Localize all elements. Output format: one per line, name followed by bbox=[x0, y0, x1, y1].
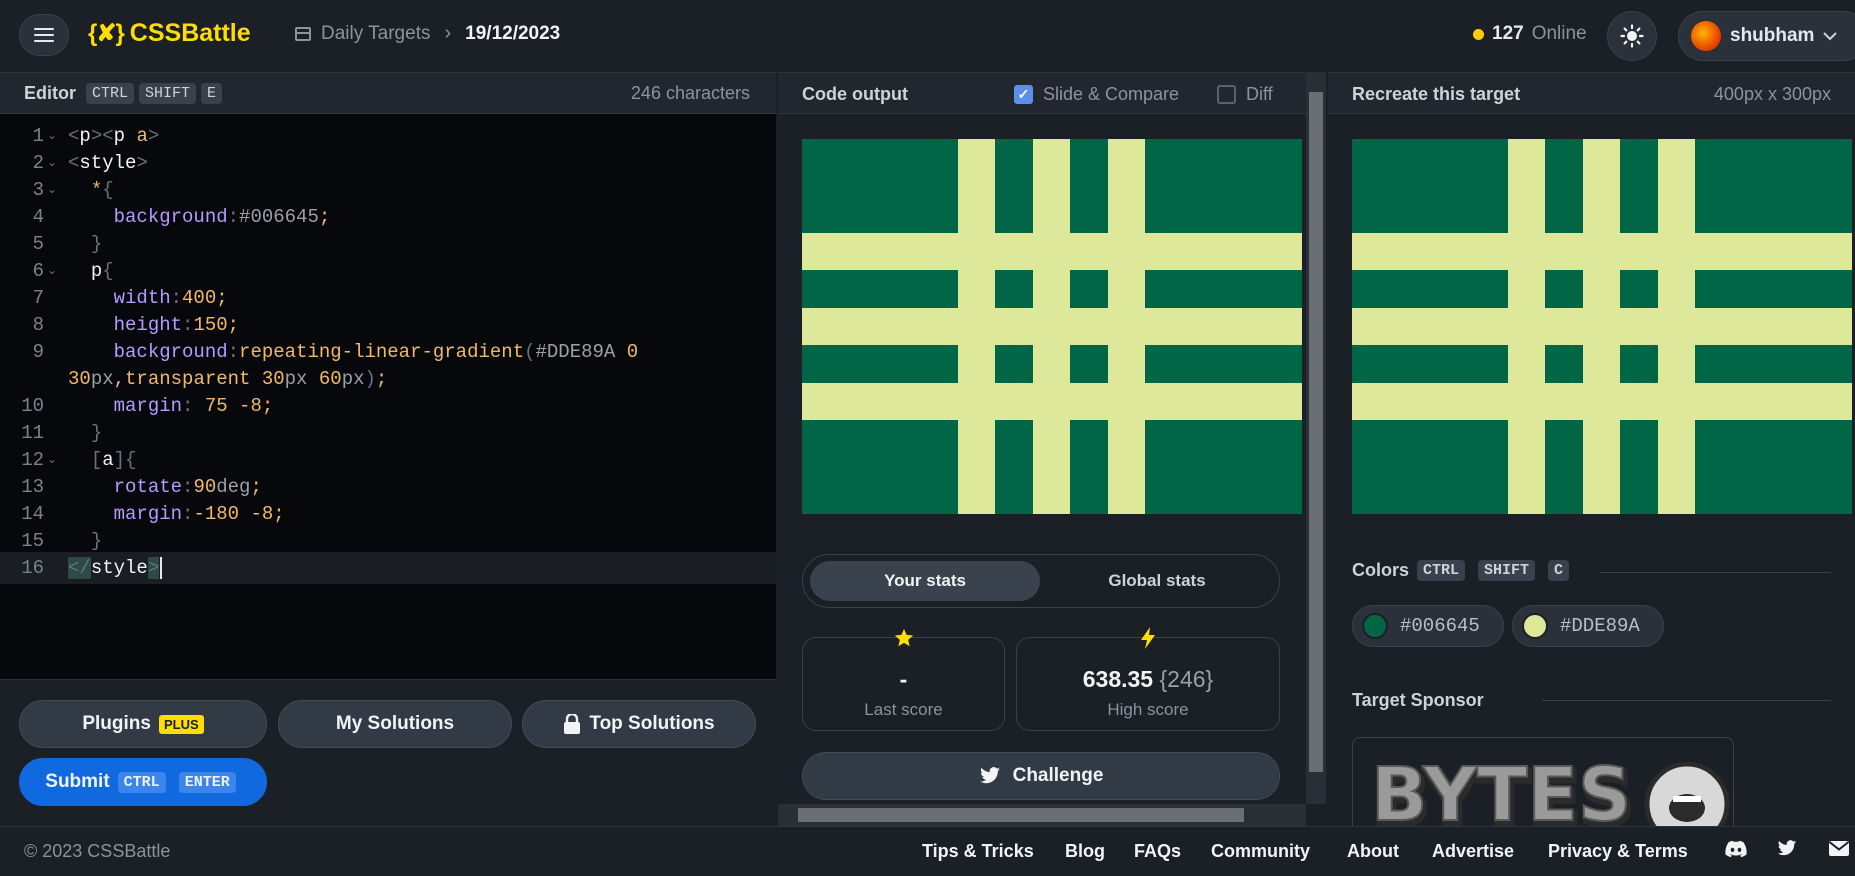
breadcrumb-daily-targets[interactable]: Daily Targets bbox=[321, 23, 430, 45]
copyright: © 2023 CSSBattle bbox=[24, 841, 171, 861]
online-dot-icon bbox=[1473, 28, 1484, 40]
plugins-button[interactable]: Plugins PLUS bbox=[19, 700, 267, 748]
sponsor-section-header: Target Sponsor bbox=[1352, 690, 1484, 711]
code-output-preview[interactable] bbox=[802, 139, 1302, 514]
brand-name: CSSBattle bbox=[129, 19, 251, 47]
editor-shortcut-key: CTRL bbox=[86, 82, 135, 104]
target-header: Recreate this target 400px x 300px bbox=[1328, 72, 1855, 114]
username: shubham bbox=[1730, 25, 1815, 46]
online-count: 127 bbox=[1492, 23, 1524, 44]
editor-title: Editor bbox=[24, 82, 76, 103]
code-output-header: Code output ✓ Slide & Compare Diff bbox=[778, 72, 1306, 114]
high-score-card: 638.35 {246} High score bbox=[1016, 627, 1280, 731]
stats-tabs: Your stats Global stats bbox=[802, 554, 1280, 608]
diff-toggle[interactable]: Diff bbox=[1217, 84, 1273, 105]
sponsor-logo: BYTES BYTES bbox=[1370, 751, 1730, 826]
code-output-title: Code output bbox=[802, 84, 908, 104]
colors-shortcut-key: CTRL bbox=[1417, 560, 1466, 581]
color-dot bbox=[1522, 613, 1548, 639]
color-swatch[interactable]: #006645 bbox=[1352, 605, 1504, 647]
target-title: Recreate this target bbox=[1352, 84, 1521, 104]
last-score-label: Last score bbox=[864, 700, 943, 719]
lightning-icon bbox=[1141, 627, 1155, 649]
colors-title: Colors bbox=[1352, 560, 1410, 580]
colors-section-header: Colors CTRL SHIFT C bbox=[1352, 560, 1574, 581]
breadcrumb-current-date: 19/12/2023 bbox=[465, 22, 561, 44]
checkbox-unchecked-icon[interactable] bbox=[1217, 85, 1236, 104]
theme-toggle-button[interactable] bbox=[1607, 11, 1657, 61]
divider bbox=[1542, 700, 1831, 701]
color-dot bbox=[1362, 613, 1388, 639]
challenge-button[interactable]: Challenge bbox=[802, 752, 1280, 800]
my-solutions-button[interactable]: My Solutions bbox=[278, 700, 512, 748]
discord-icon[interactable] bbox=[1725, 840, 1747, 858]
color-swatch[interactable]: #DDE89A bbox=[1512, 605, 1664, 647]
logo-mark-icon: {✘} bbox=[88, 20, 125, 47]
calendar-icon bbox=[295, 26, 311, 41]
top-solutions-button[interactable]: Top Solutions bbox=[522, 700, 756, 748]
editor-header: Editor CTRL SHIFT E 246 characters bbox=[0, 72, 776, 114]
output-vertical-scrollbar[interactable] bbox=[1306, 72, 1326, 804]
mail-icon[interactable] bbox=[1828, 840, 1850, 857]
footer-link-faqs[interactable]: FAQs bbox=[1134, 841, 1181, 862]
character-count: 246 characters bbox=[630, 83, 750, 103]
editor-actions: Plugins PLUS My Solutions Top Solutions … bbox=[0, 679, 776, 825]
code-line-active[interactable]: 16 </style> bbox=[0, 552, 776, 584]
sponsor-title: Target Sponsor bbox=[1352, 690, 1484, 710]
breadcrumb: Daily Targets › 19/12/2023 bbox=[295, 22, 560, 45]
divider bbox=[1600, 572, 1831, 573]
online-indicator: 127 Online bbox=[1473, 23, 1587, 45]
colors-shortcut-key: C bbox=[1548, 560, 1570, 581]
code-editor[interactable]: 1 ⌄ <p><p a> 2 ⌄ <style> 3 ⌄ *{ 4 background:… bbox=[0, 114, 776, 679]
footer-link-blog[interactable]: Blog bbox=[1065, 841, 1105, 862]
submit-button[interactable]: Submit CTRL ENTER bbox=[19, 758, 267, 806]
submit-shortcut-key: CTRL bbox=[117, 771, 166, 793]
last-score-card: - Last score bbox=[802, 628, 1005, 731]
editor-shortcut-key: E bbox=[201, 82, 223, 104]
twitter-icon[interactable] bbox=[1777, 840, 1797, 857]
high-score-label: High score bbox=[1107, 700, 1189, 719]
top-bar: {✘} CSSBattle Daily Targets › 19/12/2023… bbox=[0, 0, 1855, 72]
checkbox-checked-icon[interactable]: ✓ bbox=[1014, 85, 1033, 104]
sponsor-card[interactable]: BYTES BYTES bbox=[1352, 737, 1734, 826]
chevron-down-icon bbox=[1823, 32, 1838, 41]
twitter-icon bbox=[979, 767, 1000, 784]
sun-icon bbox=[1620, 24, 1644, 48]
user-menu-button[interactable]: shubham bbox=[1678, 11, 1855, 61]
chevron-right-icon: › bbox=[444, 22, 452, 44]
menu-button[interactable] bbox=[19, 14, 69, 56]
target-size: 400px x 300px bbox=[1713, 84, 1831, 104]
footer-link-tips[interactable]: Tips & Tricks bbox=[922, 841, 1034, 862]
editor-shortcut-key: SHIFT bbox=[139, 82, 197, 104]
footer: © 2023 CSSBattle Tips & Tricks Blog FAQs… bbox=[0, 826, 1855, 876]
colors-shortcut-key: SHIFT bbox=[1478, 560, 1536, 581]
footer-link-about[interactable]: About bbox=[1347, 841, 1399, 862]
lock-icon bbox=[564, 714, 581, 734]
high-score-value: 638.35 {246} bbox=[1082, 666, 1214, 692]
submit-shortcut-key: ENTER bbox=[178, 771, 236, 793]
avatar bbox=[1691, 21, 1721, 51]
hamburger-icon bbox=[34, 28, 54, 30]
svg-text:BYTES: BYTES bbox=[1371, 752, 1631, 826]
brand-logo[interactable]: {✘} CSSBattle bbox=[88, 19, 251, 48]
output-horizontal-scrollbar[interactable] bbox=[778, 804, 1306, 826]
footer-link-privacy[interactable]: Privacy & Terms bbox=[1548, 841, 1688, 862]
footer-link-advertise[interactable]: Advertise bbox=[1432, 841, 1514, 862]
target-image bbox=[1352, 139, 1852, 514]
tab-global-stats[interactable]: Global stats bbox=[1042, 561, 1272, 601]
star-icon bbox=[894, 628, 913, 647]
online-label: Online bbox=[1531, 23, 1587, 44]
footer-link-community[interactable]: Community bbox=[1211, 841, 1310, 862]
last-score-value: - bbox=[899, 666, 908, 692]
plus-badge: PLUS bbox=[158, 714, 204, 734]
slide-compare-toggle[interactable]: ✓ Slide & Compare bbox=[1014, 84, 1179, 105]
tab-your-stats[interactable]: Your stats bbox=[810, 561, 1040, 601]
